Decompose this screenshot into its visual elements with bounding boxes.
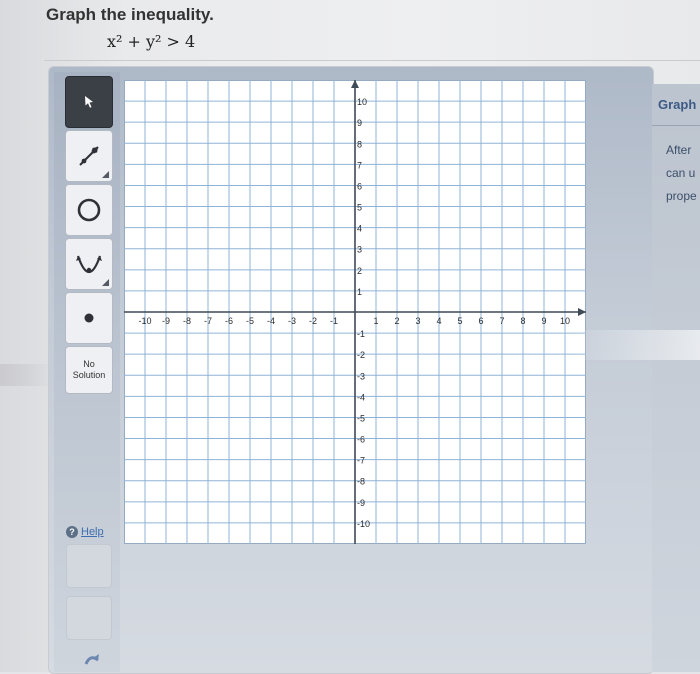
instruction-divider — [652, 125, 700, 126]
y-tick-label: 2 — [357, 266, 362, 276]
y-tick-label: -9 — [357, 498, 365, 508]
x-tick-label: 6 — [478, 316, 483, 326]
y-tick-label: 3 — [357, 245, 362, 255]
point-dot-icon — [84, 313, 94, 323]
instruction-line-2: can u — [666, 166, 696, 180]
x-tick-label: -8 — [183, 316, 191, 326]
y-tick-label: -2 — [357, 350, 365, 360]
x-tick-label: 3 — [415, 316, 420, 326]
x-tick-label: -6 — [225, 316, 233, 326]
y-tick-label: -3 — [357, 371, 365, 381]
inequality-equation: x² + y² > 4 — [107, 32, 196, 51]
line-tool-button[interactable] — [65, 130, 113, 182]
pointer-tool-button[interactable] — [65, 76, 113, 128]
undo-icon[interactable] — [82, 650, 102, 670]
y-tick-label: 6 — [357, 181, 362, 191]
y-tick-label: -6 — [357, 435, 365, 445]
x-tick-label: -2 — [309, 316, 317, 326]
arrow-pointer-icon — [85, 96, 93, 108]
x-tick-label: -1 — [330, 316, 338, 326]
line-segment-icon — [79, 146, 99, 166]
x-tick-label: 7 — [499, 316, 504, 326]
x-tick-label: -9 — [162, 316, 170, 326]
x-tick-label: -10 — [138, 316, 151, 326]
help-label: Help — [81, 526, 104, 538]
instruction-panel-title: Graph — [658, 97, 697, 112]
x-tick-label: 2 — [394, 316, 399, 326]
x-tick-label: 9 — [541, 316, 546, 326]
x-tick-label: 10 — [560, 316, 570, 326]
y-tick-label: -10 — [357, 519, 370, 529]
y-tick-label: -8 — [357, 477, 365, 487]
x-tick-label: -5 — [246, 316, 254, 326]
x-tick-label: 5 — [457, 316, 462, 326]
y-tick-label: 8 — [357, 139, 362, 149]
y-tick-label: 1 — [357, 287, 362, 297]
parabola-icon — [76, 255, 102, 274]
y-tick-label: -7 — [357, 456, 365, 466]
no-solution-button[interactable]: No Solution — [65, 346, 113, 394]
instruction-line-3: prope — [666, 189, 697, 203]
submenu-corner-icon — [102, 279, 109, 286]
header-divider — [44, 60, 700, 61]
help-icon: ? — [66, 526, 78, 538]
y-axis-arrow-icon — [351, 80, 359, 88]
y-tick-label: 10 — [357, 97, 367, 107]
submenu-corner-icon — [102, 171, 109, 178]
point-tool-button[interactable] — [65, 292, 113, 344]
y-tick-label: 5 — [357, 203, 362, 213]
parabola-tool-button[interactable] — [65, 238, 113, 290]
x-tick-label: 1 — [373, 316, 378, 326]
clear-all-button[interactable] — [66, 544, 112, 588]
y-tick-label: -4 — [357, 392, 365, 402]
coordinate-grid[interactable]: -10 -9 -8 -7 -6 -5 -4 -3 -2 -1 1 2 3 4 5 6 7 8 9 10 10 9 8 7 6 5 4… — [124, 80, 586, 544]
question-title: Graph the inequality. — [46, 5, 214, 24]
y-tick-label: 9 — [357, 118, 362, 128]
circle-tool-button[interactable] — [65, 184, 113, 236]
x-tick-label: -4 — [267, 316, 275, 326]
delete-button[interactable] — [66, 596, 112, 640]
y-tick-label: -5 — [357, 413, 365, 423]
y-tick-label: 4 — [357, 224, 362, 234]
instruction-line-1: After — [666, 143, 692, 157]
x-axis-arrow-icon — [578, 308, 586, 316]
help-link[interactable]: ? Help — [66, 526, 104, 538]
y-tick-label: 7 — [357, 160, 362, 170]
x-tick-label: -7 — [204, 316, 212, 326]
x-tick-label: 4 — [436, 316, 441, 326]
no-solution-label: No Solution — [72, 359, 106, 380]
x-tick-label: -3 — [288, 316, 296, 326]
x-tick-label: 8 — [520, 316, 525, 326]
circle-icon — [77, 198, 101, 222]
y-tick-label: -1 — [357, 329, 365, 339]
